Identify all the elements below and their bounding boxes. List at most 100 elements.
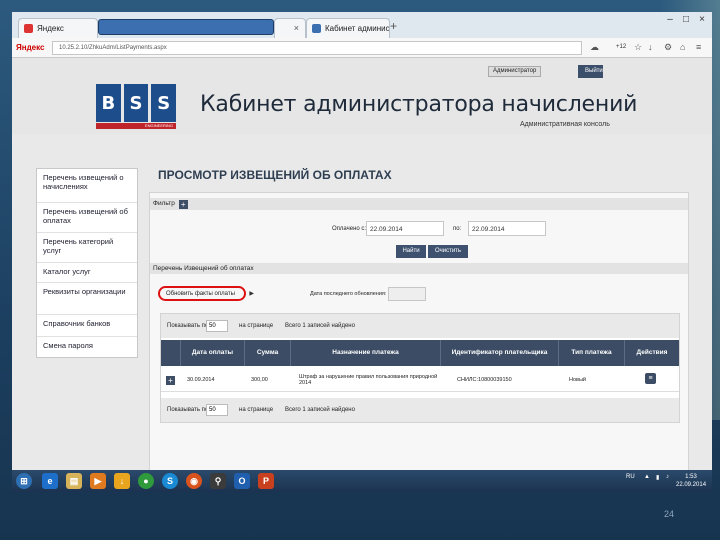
sidebar-item-service-categories[interactable]: Перечень категорий услуг [37, 233, 137, 263]
grid-header: Дата оплаты Сумма Назначение платежа Иде… [161, 340, 679, 366]
content-title: ПРОСМОТР ИЗВЕЩЕНИЙ ОБ ОПЛАТАХ [158, 168, 392, 182]
download-icon[interactable]: ↓ [648, 42, 653, 52]
clock-date: 22.09.2014 [676, 482, 707, 488]
date-to-label: по: [453, 226, 462, 232]
cell-purpose: Штраф за нарушение правил пользования пр… [299, 373, 438, 387]
user-name: Администратор [488, 66, 542, 77]
chrome-icon[interactable]: ● [138, 473, 154, 489]
filter-header[interactable]: Фильтр + [150, 198, 688, 210]
download-manager-icon[interactable]: ↓ [114, 473, 130, 489]
total-label-bottom: Всего 1 записей найдено [285, 407, 355, 413]
cell-amount: 300,00 [251, 376, 268, 383]
page-subtitle: Административная консоль [520, 121, 610, 128]
filter-label: Фильтр [153, 200, 175, 207]
grid-toolbar-top: Показывать по 50 на странице Всего 1 зап… [161, 314, 679, 338]
skype-icon[interactable]: S [162, 473, 178, 489]
refresh-payments-button[interactable]: Обновить факты оплаты [158, 286, 254, 301]
tab-yandex[interactable]: Яндекс [18, 18, 98, 38]
address-bar: Яндекс 10.25.2.10/ZhkuAdm/ListPayments.a… [12, 38, 712, 58]
date-to-input[interactable]: 22.09.2014 [468, 221, 546, 236]
grid-toolbar-bottom: Показывать по 50 на странице Всего 1 зап… [161, 398, 679, 422]
yandex-logo[interactable]: Яндекс [16, 43, 44, 52]
sidebar-item-accrual-notices[interactable]: Перечень извещений о начислениях [37, 169, 137, 203]
page-size-select[interactable]: 50 [206, 320, 228, 332]
cell-date: 30.09.2014 [187, 376, 215, 383]
col-expand [161, 340, 181, 366]
new-tab-icon[interactable]: + [390, 19, 397, 33]
network-icon[interactable]: ▮ [656, 474, 659, 481]
expand-row-icon[interactable]: + [166, 376, 175, 385]
media-player-icon[interactable]: ▶ [90, 473, 106, 489]
maximize-icon[interactable]: □ [678, 14, 694, 25]
site-favicon-icon [312, 24, 321, 33]
sidebar-item-org-details[interactable]: Реквизиты организации [37, 283, 137, 315]
powerpoint-icon[interactable]: P [258, 473, 274, 489]
find-button[interactable]: Найти [396, 245, 426, 258]
logo-letter-s2: S [151, 84, 177, 122]
page-size-select-bottom[interactable]: 50 [206, 404, 228, 416]
table-row[interactable]: + 30.09.2014 300,00 Штраф за нарушение п… [161, 368, 679, 392]
expand-filter-icon[interactable]: + [178, 200, 188, 209]
tray-arrow-icon[interactable]: ▲ [644, 474, 650, 480]
clock[interactable]: 1:53 22.09.2014 [676, 473, 706, 489]
sidebar-item-bank-directory[interactable]: Справочник банков [37, 315, 137, 337]
tab-blank[interactable]: × [274, 18, 306, 38]
windows-taskbar: ⊞ e ▤ ▶ ↓ ● S ◉ ⚲ O P RU ▲ ▮ ♪ 1:53 22.0… [12, 470, 712, 492]
logo-letter-s1: S [123, 84, 149, 122]
clear-button[interactable]: Очистить [428, 245, 468, 258]
tab-yandex-label: Яндекс [37, 24, 64, 33]
date-from-label: Оплачено с: [332, 226, 367, 232]
star-icon[interactable]: ☆ [634, 42, 642, 53]
logo-letter-b: B [96, 84, 121, 122]
sidebar: Перечень извещений о начислениях Перечен… [36, 168, 138, 358]
screenshot: Яндекс × Кабинет администратора + – □ × … [12, 12, 712, 492]
col-payer-id[interactable]: Идентификатор плательщика [441, 340, 559, 366]
date-from-input[interactable]: 22.09.2014 [366, 221, 444, 236]
explorer-folder-icon[interactable]: ▤ [66, 473, 82, 489]
sidebar-item-change-password[interactable]: Смена пароля [37, 337, 137, 357]
start-button-icon[interactable]: ⊞ [16, 473, 32, 489]
main-panel: Фильтр + Оплачено с: 22.09.2014 по: 22.0… [149, 192, 689, 478]
show-label-bottom: Показывать по [167, 407, 209, 413]
outlook-icon[interactable]: O [234, 473, 250, 489]
col-type[interactable]: Тип платежа [559, 340, 625, 366]
row-actions-icon[interactable]: ≡ [645, 373, 656, 384]
yandex-favicon-icon [24, 24, 33, 33]
col-date[interactable]: Дата оплаты [181, 340, 245, 366]
ie-icon[interactable]: e [42, 473, 58, 489]
slide-number: 24 [664, 509, 675, 519]
clock-time: 1:53 [685, 474, 697, 480]
tab-admin-cabinet[interactable]: Кабинет администратора [306, 18, 390, 38]
col-actions: Действия [636, 349, 668, 356]
per-page-label-bottom: на странице [239, 407, 274, 413]
site-header: B S S ENGINEERING Кабинет администратора… [12, 58, 712, 134]
web-page: B S S ENGINEERING Кабинет администратора… [12, 58, 712, 478]
total-label: Всего 1 записей найдено [285, 323, 355, 329]
tab-admin-label: Кабинет администратора [325, 24, 390, 33]
menu-icon[interactable]: ≡ [696, 42, 701, 52]
sidebar-item-payment-notices[interactable]: Перечень извещений об оплатах [37, 203, 137, 233]
sidebar-item-service-catalog[interactable]: Каталог услуг [37, 263, 137, 283]
cell-type: Новый [569, 376, 586, 383]
payments-grid: Показывать по 50 на странице Всего 1 зап… [160, 313, 680, 423]
volume-icon[interactable]: ♪ [666, 474, 669, 480]
cloud-icon[interactable]: ☁ [590, 42, 599, 53]
logout-button[interactable]: Выйти [578, 65, 603, 78]
col-purpose[interactable]: Назначение платежа [291, 340, 441, 366]
gear-icon[interactable]: ⚙ [664, 42, 672, 53]
app-icon[interactable]: ⚲ [210, 473, 226, 489]
last-update-field [388, 287, 426, 301]
close-window-icon[interactable]: × [694, 14, 710, 25]
close-tab-icon[interactable]: × [294, 23, 299, 33]
logo-tagline: ENGINEERING [96, 123, 176, 129]
home-icon[interactable]: ⌂ [680, 42, 685, 52]
minimize-icon[interactable]: – [662, 14, 678, 25]
language-indicator[interactable]: RU [626, 474, 635, 480]
per-page-label: на странице [239, 323, 274, 329]
col-amount[interactable]: Сумма [245, 340, 291, 366]
logo-letters: B S S [96, 84, 177, 122]
firefox-icon[interactable]: ◉ [186, 473, 202, 489]
zoom-indicator: +12 [616, 44, 627, 50]
page-title: Кабинет администратора начислений [200, 92, 638, 117]
url-field[interactable]: 10.25.2.10/ZhkuAdm/ListPayments.aspx [52, 41, 582, 55]
